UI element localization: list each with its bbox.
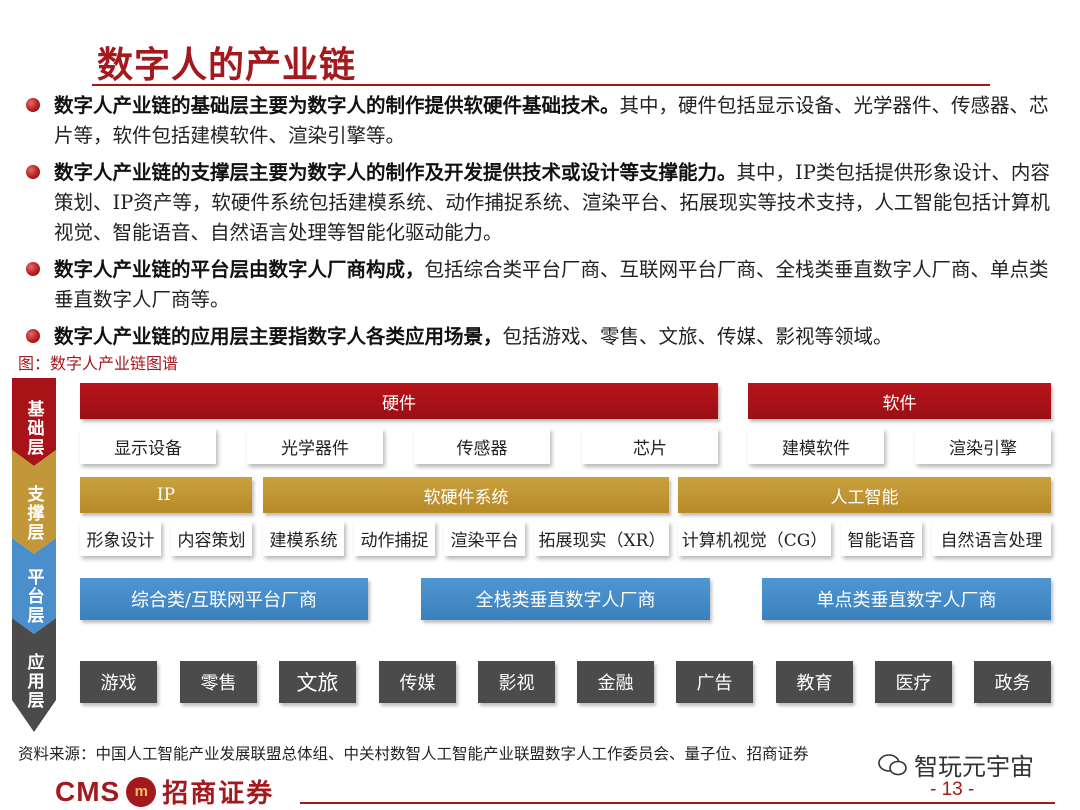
- bullet-item: 数字人产业链的应用层主要指数字人各类应用场景，包括游戏、零售、文旅、传媒、影视等…: [22, 322, 1067, 352]
- base-cell: 光学器件: [247, 428, 383, 464]
- bullet-item: 数字人产业链的平台层由数字人厂商构成，包括综合类平台厂商、互联网平台厂商、全栈类…: [22, 255, 1067, 315]
- layer-label-text: 应用层: [27, 653, 45, 711]
- bullet-dot-icon: [26, 262, 40, 276]
- support-ip-header: IP: [80, 477, 252, 513]
- support-cell: 拓展现实（XR）: [535, 521, 669, 556]
- application-box: 传媒: [379, 661, 456, 703]
- bullet-lead: 数字人产业链的应用层主要指数字人各类应用场景，: [54, 325, 503, 348]
- application-box: 游戏: [80, 661, 157, 703]
- base-cell: 渲染引擎: [915, 428, 1051, 464]
- application-box: 教育: [776, 661, 853, 703]
- bullet-dot-icon: [26, 329, 40, 343]
- bullet-list: 数字人产业链的基础层主要为数字人的制作提供软硬件基础技术。其中，硬件包括显示设备…: [22, 91, 1067, 359]
- source-note: 资料来源：中国人工智能产业发展联盟总体组、中关村数智人工智能产业联盟数字人工作委…: [18, 745, 809, 763]
- application-box: 广告: [676, 661, 753, 703]
- base-cell: 芯片: [582, 428, 718, 464]
- layer-label-text: 支撑层: [27, 485, 45, 543]
- support-cell: 渲染平台: [444, 521, 525, 556]
- bullet-lead: 数字人产业链的支撑层主要为数字人的制作及开发提供技术或设计等支撑能力。: [54, 161, 737, 184]
- page-title: 数字人的产业链: [97, 44, 357, 86]
- watermark: 智玩元宇宙: [878, 747, 1034, 782]
- layer-label-support: 支撑层: [14, 486, 58, 543]
- support-cell: 动作捕捉: [354, 521, 435, 556]
- support-cell: 形象设计: [80, 521, 161, 556]
- application-box: 医疗: [875, 661, 952, 703]
- support-cell: 自然语言处理: [932, 521, 1051, 556]
- logo-cms-text: CMS: [55, 775, 121, 807]
- layer-label-text: 基础层: [27, 400, 45, 458]
- bullet-item: 数字人产业链的基础层主要为数字人的制作提供软硬件基础技术。其中，硬件包括显示设备…: [22, 91, 1067, 151]
- base-hardware-header: 硬件: [80, 383, 718, 419]
- application-box: 文旅: [279, 661, 356, 703]
- bullet-lead: 数字人产业链的基础层主要为数字人的制作提供软硬件基础技术。: [54, 94, 620, 117]
- base-software-header: 软件: [748, 383, 1051, 419]
- layer-label-base: 基础层: [14, 401, 58, 458]
- logo-badge-icon: m: [126, 776, 157, 807]
- bullet-lead: 数字人产业链的平台层由数字人厂商构成，: [54, 258, 425, 281]
- application-box: 零售: [180, 661, 257, 703]
- layer-label-platform: 平台层: [14, 569, 58, 626]
- platform-box: 单点类垂直数字人厂商: [762, 578, 1051, 620]
- watermark-text: 智玩元宇宙: [914, 753, 1034, 781]
- platform-box: 综合类/互联网平台厂商: [80, 578, 368, 620]
- support-ai-header: 人工智能: [678, 477, 1051, 513]
- layer-label-application: 应用层: [14, 654, 58, 711]
- support-cell: 内容策划: [171, 521, 252, 556]
- bullet-dot-icon: [26, 98, 40, 112]
- application-box: 影视: [478, 661, 555, 703]
- base-cell: 显示设备: [80, 428, 216, 464]
- title-divider: [92, 84, 990, 86]
- support-cell: 计算机视觉（CG）: [678, 521, 831, 556]
- logo-company-name: 招商证券: [162, 779, 275, 809]
- footer-divider: [300, 802, 1055, 804]
- bullet-dot-icon: [26, 165, 40, 179]
- cms-logo: CMS m 招商证券: [55, 773, 274, 810]
- platform-box: 全栈类垂直数字人厂商: [421, 578, 710, 620]
- wechat-icon: [878, 753, 907, 775]
- support-cell: 建模系统: [263, 521, 344, 556]
- support-system-header: 软硬件系统: [263, 477, 669, 513]
- support-cell: 智能语音: [841, 521, 922, 556]
- base-cell: 传感器: [414, 428, 550, 464]
- base-cell: 建模软件: [748, 428, 884, 464]
- bullet-text: 包括游戏、零售、文旅、传媒、影视等领域。: [502, 325, 893, 348]
- application-box: 政务: [974, 661, 1051, 703]
- figure-caption: 图：数字人产业链图谱: [18, 354, 179, 373]
- layer-label-text: 平台层: [27, 568, 45, 626]
- page-number: - 13 -: [930, 779, 975, 800]
- application-box: 金融: [577, 661, 654, 703]
- bullet-item: 数字人产业链的支撑层主要为数字人的制作及开发提供技术或设计等支撑能力。其中，IP…: [22, 158, 1067, 248]
